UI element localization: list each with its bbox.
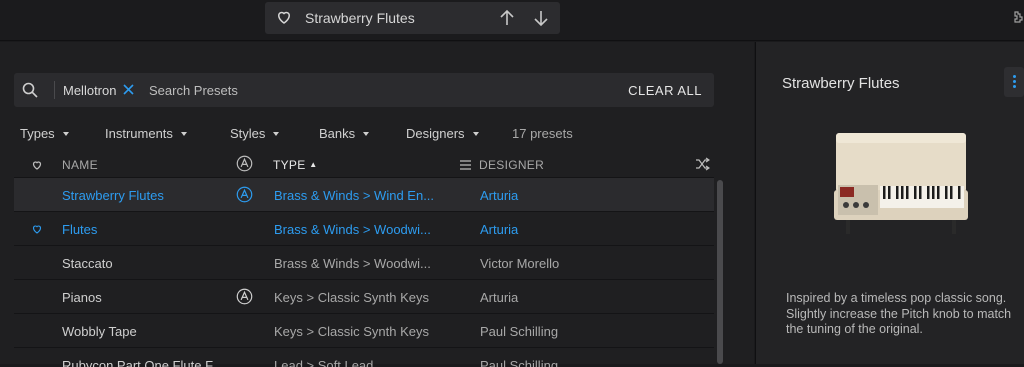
filter-banks[interactable]: Banks (319, 126, 370, 141)
preset-type: Lead > Soft Lead (274, 358, 374, 367)
preset-designer: Paul Schilling (480, 324, 559, 339)
detail-title: Strawberry Flutes (782, 75, 900, 92)
preset-type: Keys > Classic Synth Keys (274, 324, 429, 339)
table-row[interactable]: Staccato Brass & Winds > Woodwi... Victor … (14, 245, 714, 279)
table-row[interactable]: Strawberry Flutes Brass & Winds > Wind En… (14, 177, 714, 211)
search-divider (54, 81, 55, 99)
table-row[interactable]: Rubycon Part One Flute F... Lead > Soft L… (14, 347, 714, 367)
column-menu-icon[interactable] (460, 160, 471, 170)
preset-browser: Mellotron Search Presets CLEAR ALL Types… (0, 42, 754, 367)
clear-all-button[interactable]: CLEAR ALL (628, 83, 702, 98)
preset-designer: Arturia (480, 222, 519, 237)
puzzle-icon[interactable] (1012, 10, 1024, 24)
filter-instruments[interactable]: Instruments (105, 126, 187, 141)
preset-name: Strawberry Flutes (62, 188, 164, 203)
search-icon (22, 82, 38, 98)
arturia-logo-icon (236, 288, 253, 305)
chevron-down-icon (363, 131, 370, 136)
column-type[interactable]: TYPE ▲ (273, 158, 317, 172)
preset-designer: Arturia (480, 188, 519, 203)
preset-name: Rubycon Part One Flute F... (62, 358, 223, 367)
heart-outline-icon[interactable] (31, 223, 43, 235)
chevron-down-icon (62, 131, 69, 136)
preset-type: Brass & Winds > Woodwi... (274, 256, 431, 271)
preset-name: Staccato (62, 256, 113, 271)
search-input[interactable]: Search Presets (149, 83, 238, 98)
heart-outline-icon[interactable] (275, 8, 293, 26)
column-designer[interactable]: DESIGNER (479, 158, 544, 172)
preset-designer: Paul Schilling (480, 358, 559, 367)
preset-description: Inspired by a timeless pop classic song.… (786, 291, 1012, 336)
arturia-logo-icon (236, 186, 253, 203)
search-bar[interactable]: Mellotron Search Presets CLEAR ALL (14, 73, 714, 107)
sort-ascending-icon: ▲ (309, 160, 318, 169)
remove-filter-icon[interactable] (122, 83, 135, 96)
arrow-down-icon[interactable] (531, 8, 551, 28)
chevron-down-icon (180, 131, 187, 136)
more-options-icon[interactable] (1004, 67, 1024, 97)
column-name[interactable]: NAME (62, 158, 98, 172)
preset-designer: Victor Morello (480, 256, 560, 271)
preset-designer: Arturia (480, 290, 519, 305)
table-header: NAME TYPE ▲ DESIGNER (14, 154, 714, 176)
shuffle-icon[interactable] (695, 157, 710, 171)
preset-type: Brass & Winds > Woodwi... (274, 222, 431, 237)
current-preset-name[interactable]: Strawberry Flutes (305, 10, 415, 26)
filter-chip-label: Mellotron (63, 83, 117, 98)
preset-type: Keys > Classic Synth Keys (274, 290, 429, 305)
mellotron-image (834, 133, 968, 234)
table-row[interactable]: Flutes Brass & Winds > Woodwi... Arturia (14, 211, 714, 245)
preset-name: Wobbly Tape (62, 324, 137, 339)
top-bar: Strawberry Flutes (0, 0, 1024, 41)
filter-designers[interactable]: Designers (406, 126, 479, 141)
preset-type: Brass & Winds > Wind En... (274, 188, 435, 203)
preset-name: Flutes (62, 222, 98, 237)
chevron-down-icon (472, 131, 479, 136)
filter-styles[interactable]: Styles (230, 126, 280, 141)
preset-name: Pianos (62, 290, 102, 305)
arturia-logo-icon[interactable] (236, 155, 253, 172)
table-row[interactable]: Wobbly Tape Keys > Classic Synth Keys Paul… (14, 313, 714, 347)
preset-table: Strawberry Flutes Brass & Winds > Wind En… (14, 177, 714, 367)
filter-bar: Types Instruments Styles Banks Designers… (20, 126, 740, 144)
preset-detail-panel: Strawberry Flutes Inspired by a timeless… (755, 42, 1024, 364)
heart-outline-icon[interactable] (31, 159, 43, 171)
preset-count: 17 presets (512, 126, 573, 141)
arrow-up-icon[interactable] (497, 8, 517, 28)
filter-types[interactable]: Types (20, 126, 69, 141)
scrollbar[interactable] (717, 180, 723, 364)
table-row[interactable]: Pianos Keys > Classic Synth Keys Arturia (14, 279, 714, 313)
preset-selector[interactable]: Strawberry Flutes (265, 2, 560, 34)
chevron-down-icon (273, 131, 280, 136)
